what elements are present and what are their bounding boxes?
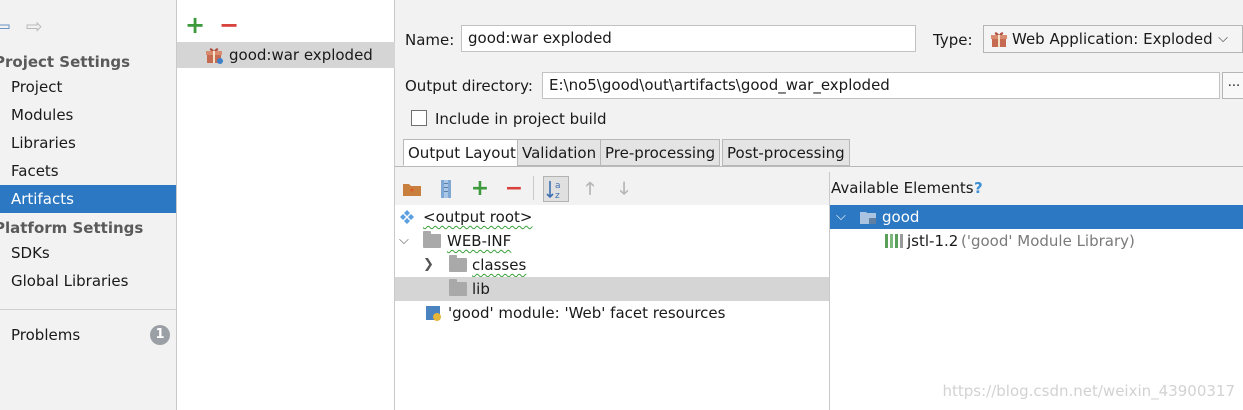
library-name: jstl-1.2 (907, 232, 959, 250)
sidebar-item-artifacts[interactable]: Artifacts (0, 185, 176, 213)
chevron-down-icon: ⌵ (1218, 31, 1228, 46)
include-in-build-checkbox[interactable] (411, 110, 427, 126)
artifact-list-panel: + − good:war exploded (177, 0, 395, 410)
type-select-value: Web Application: Exploded (1012, 30, 1213, 48)
output-directory-field[interactable]: E:\no5\good\out\artifacts\good_war_explo… (542, 72, 1220, 99)
forward-arrow-icon[interactable]: ⇨ (26, 14, 43, 38)
tab-divider (395, 166, 1243, 167)
type-select[interactable]: Web Application: Exploded ⌵ (983, 25, 1243, 53)
toolbar-separator (533, 176, 534, 200)
lib-label: lib (472, 280, 490, 298)
output-root-label: <output root> (423, 208, 533, 226)
expanded-arrow-icon[interactable]: ⌵ (399, 229, 409, 253)
output-root-icon (400, 210, 414, 224)
navigation-arrows: ⇦ ⇨ (0, 14, 60, 38)
available-row-library[interactable]: jstl-1.2 ('good' Module Library) (830, 229, 1243, 253)
sidebar-item-facets[interactable]: Facets (0, 157, 176, 185)
tree-row-lib[interactable]: lib (395, 277, 829, 301)
problems-count-badge: 1 (150, 325, 170, 345)
sort-elements-toggle[interactable]: a z (543, 176, 569, 202)
artifact-list-item-label: good:war exploded (229, 46, 373, 64)
collapsed-arrow-icon[interactable]: ❯ (423, 253, 434, 277)
name-field[interactable]: good:war exploded (461, 25, 916, 52)
watermark-text: https://blog.csdn.net/weixin_43900317 (942, 382, 1235, 400)
sidebar-item-modules[interactable]: Modules (0, 101, 176, 129)
tree-row-web-inf[interactable]: ⌵ WEB-INF (395, 229, 829, 253)
sidebar-divider (0, 309, 176, 310)
web-facet-icon (426, 306, 441, 321)
sidebar-item-project[interactable]: Project (0, 73, 176, 101)
library-detail: ('good' Module Library) (961, 232, 1135, 250)
tree-row-output-root[interactable]: <output root> (395, 205, 829, 229)
web-inf-folder-icon (423, 231, 441, 248)
facet-resources-label: 'good' module: 'Web' facet resources (448, 304, 726, 322)
svg-text:a: a (555, 181, 561, 191)
add-element-icon[interactable]: + (469, 178, 491, 200)
add-artifact-icon[interactable]: + (185, 12, 205, 38)
help-icon[interactable]: ? (974, 177, 983, 199)
settings-sidebar: ⇦ ⇨ Project Settings Project Modules Lib… (0, 0, 177, 410)
available-elements-panel: Available Elements ? ⌵ good jstl-1.2 ('g… (829, 172, 1243, 410)
tab-post-processing[interactable]: Post-processing (722, 139, 850, 166)
module-label: good (882, 208, 920, 226)
module-folder-icon (860, 212, 876, 224)
artifact-list-item[interactable]: good:war exploded (177, 42, 395, 68)
remove-element-icon[interactable]: − (503, 178, 525, 200)
library-icon (885, 234, 903, 248)
available-elements-tree: ⌵ good jstl-1.2 ('good' Module Library) (830, 205, 1243, 410)
platform-settings-header: Platform Settings (0, 219, 144, 237)
type-gift-icon (991, 32, 1007, 47)
tree-row-facet-resources[interactable]: 'good' module: 'Web' facet resources (395, 301, 829, 325)
artifact-tabs: Output Layout Validation Pre-processing … (403, 139, 1243, 166)
artifact-list-toolbar: + − (177, 12, 395, 38)
type-label: Type: (933, 31, 973, 49)
classes-label: classes (472, 256, 527, 274)
available-elements-title: Available Elements (831, 179, 974, 197)
artifact-gift-icon (206, 48, 223, 64)
sidebar-item-sdks[interactable]: SDKs (0, 239, 176, 267)
available-row-module[interactable]: ⌵ good (830, 205, 1243, 229)
project-settings-header: Project Settings (0, 53, 131, 71)
tab-output-layout[interactable]: Output Layout (403, 139, 521, 166)
lib-folder-icon (449, 279, 467, 296)
create-directory-icon[interactable] (401, 178, 423, 200)
move-up-icon[interactable]: 🡑 (579, 178, 601, 200)
tab-validation[interactable]: Validation (517, 139, 602, 166)
artifact-settings-panel: Name: good:war exploded Type: Web Applic… (395, 0, 1243, 410)
name-label: Name: (405, 31, 455, 49)
tab-pre-processing[interactable]: Pre-processing (600, 139, 721, 166)
move-down-icon[interactable]: 🡓 (613, 178, 635, 200)
expanded-arrow-icon[interactable]: ⌵ (836, 205, 846, 229)
sidebar-item-libraries[interactable]: Libraries (0, 129, 176, 157)
classes-folder-icon (449, 255, 467, 272)
sort-alpha-icon: a z (546, 181, 561, 201)
svg-text:z: z (555, 191, 560, 201)
web-inf-label: WEB-INF (447, 232, 512, 250)
tree-row-classes[interactable]: ❯ classes (395, 253, 829, 277)
include-in-build-label: Include in project build (435, 110, 607, 128)
output-layout-toolbar: + − a z 🡑 🡓 (395, 172, 829, 204)
back-arrow-icon[interactable]: ⇦ (0, 14, 11, 38)
browse-button[interactable]: ... (1222, 72, 1243, 99)
output-directory-label: Output directory: (405, 77, 533, 95)
output-layout-tree: <output root> ⌵ WEB-INF ❯ classes lib 'g… (395, 205, 829, 410)
remove-artifact-icon[interactable]: − (219, 12, 239, 38)
add-archive-icon[interactable] (435, 178, 457, 200)
sidebar-item-global-libraries[interactable]: Global Libraries (0, 267, 176, 295)
